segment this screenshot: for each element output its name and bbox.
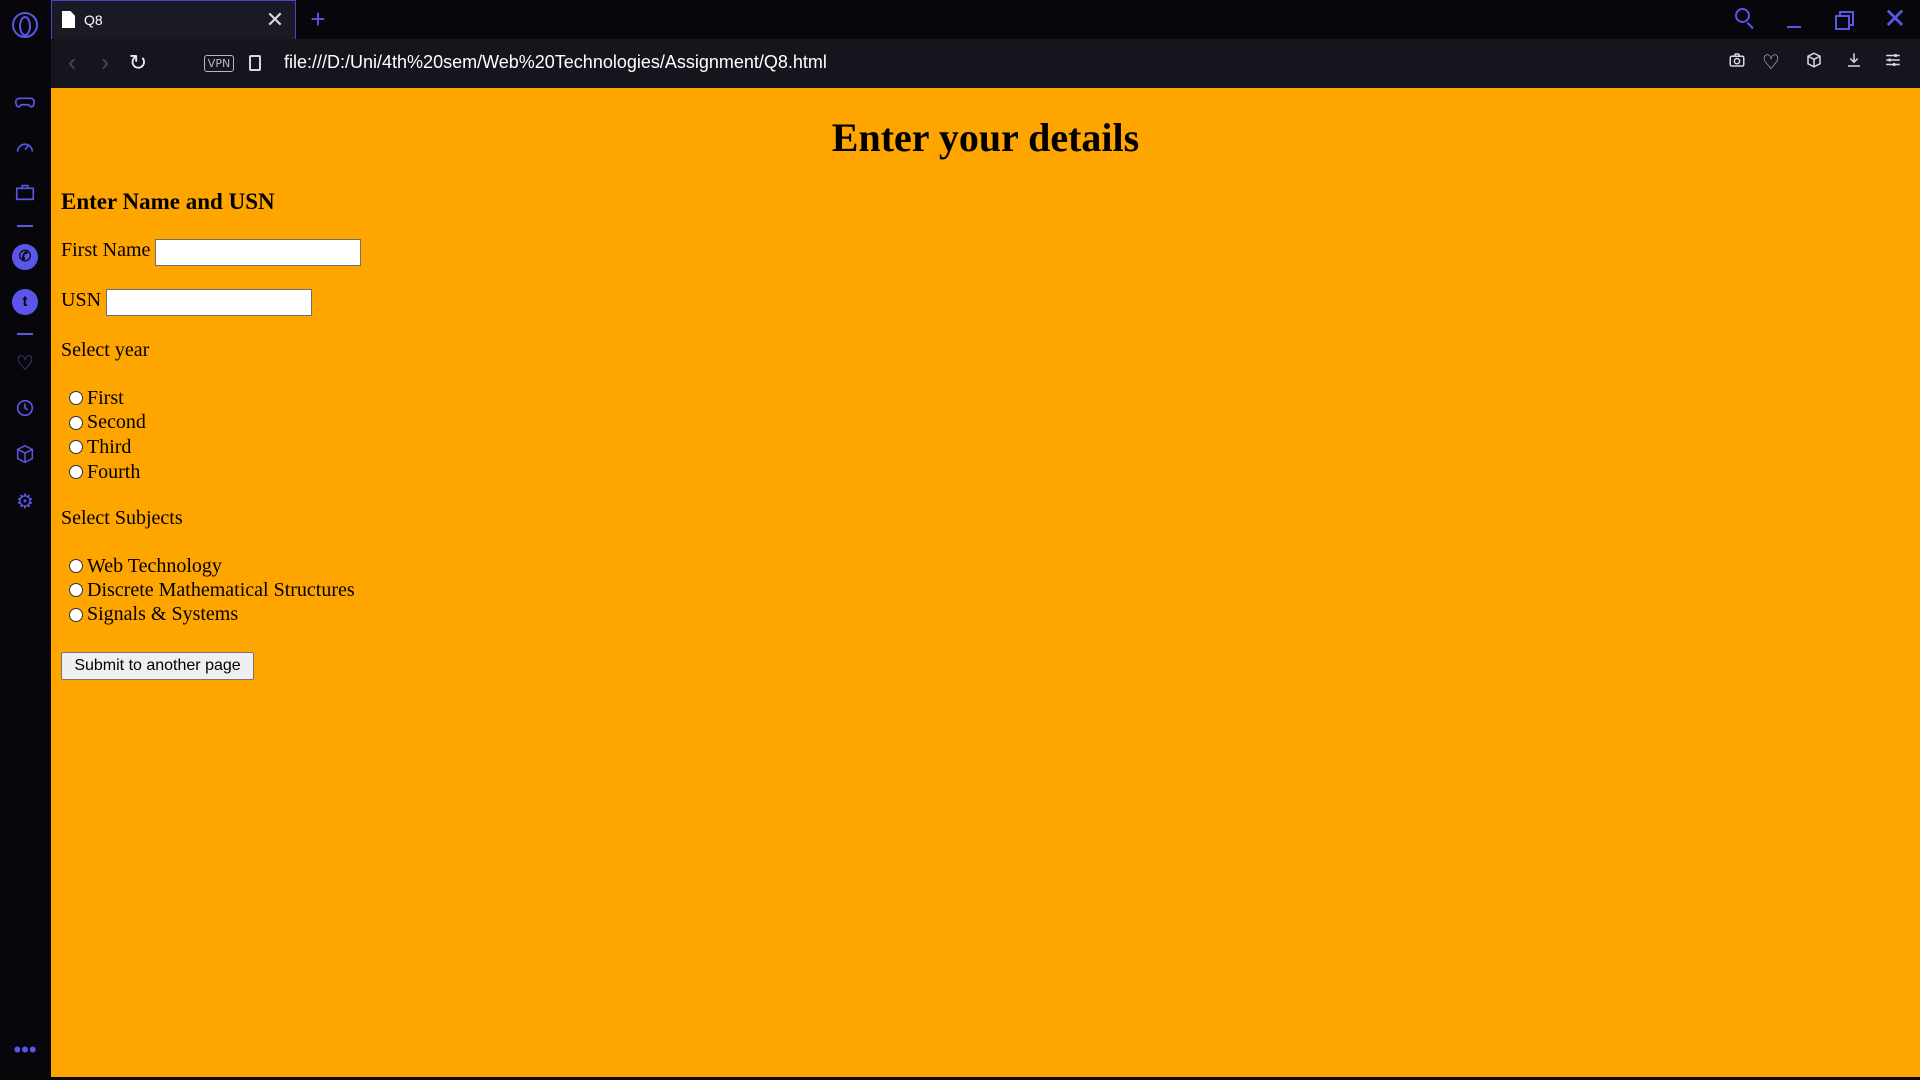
- year-prompt: Select year: [61, 339, 150, 361]
- subjects-prompt: Select Subjects: [61, 507, 183, 529]
- radio-year-third[interactable]: [69, 440, 83, 454]
- briefcase-icon[interactable]: [12, 181, 38, 207]
- whatsapp-icon[interactable]: ✆: [12, 244, 38, 270]
- radio-subject-web-technology-label: Web Technology: [87, 555, 222, 577]
- sidebar-divider: [17, 225, 33, 227]
- radio-year-first[interactable]: [69, 391, 83, 405]
- radio-subject-web-technology[interactable]: [69, 559, 83, 573]
- back-button[interactable]: ‹: [59, 50, 85, 76]
- radio-subject-discrete-math[interactable]: [69, 583, 83, 597]
- tab-close-icon[interactable]: ✕: [263, 7, 287, 33]
- browser-tab[interactable]: Q8 ✕: [51, 0, 296, 39]
- new-tab-button[interactable]: +: [305, 4, 331, 34]
- radio-year-third-label: Third: [87, 436, 132, 458]
- download-icon[interactable]: [1841, 50, 1867, 76]
- gear-icon[interactable]: ⚙: [12, 489, 38, 515]
- cube-icon[interactable]: [1801, 50, 1827, 76]
- heart-icon[interactable]: ♡: [1758, 50, 1784, 76]
- gamepad-icon[interactable]: [12, 91, 38, 117]
- search-icon[interactable]: [1733, 7, 1757, 31]
- settings-sliders-icon[interactable]: [1880, 50, 1906, 76]
- window-close-button[interactable]: ✕: [1880, 4, 1910, 34]
- section-heading: Enter Name and USN: [61, 189, 275, 214]
- first-name-input[interactable]: [155, 239, 361, 266]
- more-icon[interactable]: •••: [12, 1039, 38, 1067]
- title-bar: Q8 ✕ + ✕: [0, 0, 1920, 39]
- speed-dial-icon[interactable]: [12, 136, 38, 162]
- radio-subject-signals-systems[interactable]: [69, 608, 83, 622]
- radio-year-fourth-label: Fourth: [87, 461, 141, 483]
- camera-icon[interactable]: [1724, 50, 1750, 76]
- cube-icon[interactable]: [12, 443, 38, 469]
- reload-button[interactable]: ↻: [125, 50, 151, 76]
- forward-button[interactable]: ›: [92, 50, 118, 76]
- radio-year-second[interactable]: [69, 416, 83, 430]
- url-field[interactable]: file:///D:/Uni/4th%20sem/Web%20Technolog…: [284, 52, 827, 73]
- opera-logo-icon[interactable]: [12, 12, 38, 38]
- page-title: Enter your details: [831, 115, 1140, 160]
- radio-year-fourth[interactable]: [69, 465, 83, 479]
- radio-year-first-label: First: [87, 387, 124, 409]
- web-page: Enter your details Enter Name and USN Fi…: [51, 88, 1920, 1077]
- minimize-button[interactable]: [1782, 8, 1806, 32]
- submit-button[interactable]: Submit to another page: [61, 652, 254, 680]
- sidebar-divider: [17, 333, 33, 335]
- page-icon: [62, 11, 75, 28]
- first-name-label: First Name: [61, 239, 151, 261]
- heart-icon[interactable]: ♡: [12, 351, 38, 377]
- address-bar: ‹ › ↻ VPN file:///D:/Uni/4th%20sem/Web%2…: [51, 39, 1920, 88]
- radio-subject-discrete-math-label: Discrete Mathematical Structures: [87, 579, 355, 601]
- restore-button[interactable]: [1832, 8, 1856, 32]
- usn-input[interactable]: [106, 289, 312, 316]
- vpn-badge[interactable]: VPN: [204, 55, 234, 72]
- page-info-icon[interactable]: [249, 55, 261, 71]
- twitter-icon[interactable]: t: [12, 289, 38, 315]
- sidebar: ✆ t ♡ ⚙ •••: [0, 39, 51, 1080]
- radio-year-second-label: Second: [87, 411, 146, 433]
- radio-subject-signals-systems-label: Signals & Systems: [87, 603, 239, 625]
- usn-label: USN: [61, 289, 102, 311]
- history-icon[interactable]: [12, 397, 38, 423]
- tab-title: Q8: [84, 12, 103, 28]
